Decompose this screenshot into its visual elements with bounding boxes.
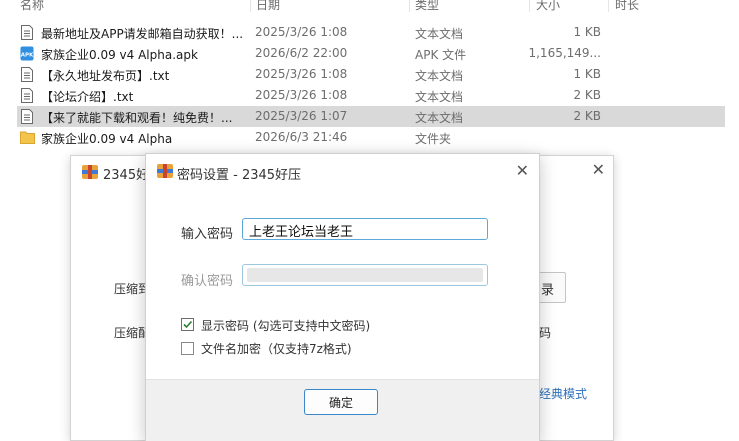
encrypt-filenames-checkbox[interactable] (181, 342, 194, 355)
file-type: 文本文档 (415, 111, 464, 125)
file-date: 2025/3/26 1:07 (255, 109, 348, 123)
show-password-checkbox[interactable] (181, 318, 194, 331)
file-row[interactable]: APK 家族企业0.09 v4 Alpha.apk 2026/6/2 22:00 AP… (17, 43, 725, 64)
file-type: 文本文档 (415, 27, 464, 41)
column-type[interactable]: 类型 (415, 0, 439, 13)
column-date[interactable]: 日期 (256, 0, 280, 13)
close-icon[interactable]: ✕ (592, 160, 605, 179)
app-logo-icon (81, 164, 99, 183)
file-row[interactable]: 【论坛介绍】.txt 2025/3/26 1:08 文本文档 2 KB (17, 85, 725, 106)
column-divider[interactable] (250, 0, 251, 12)
column-divider[interactable] (409, 0, 410, 12)
folder-icon (20, 130, 35, 145)
app-logo-icon (156, 163, 174, 182)
file-name: 【来了就能下载和观看！纯免费！... (41, 111, 233, 125)
compress-dialog-title: 2345好 (103, 168, 150, 183)
file-type: 文本文档 (415, 69, 464, 83)
password-dialog: 密码设置 - 2345好压 ✕ 输入密码 上老王论坛当老王 确认密码 显示密码 … (145, 153, 540, 441)
file-row[interactable]: 最新地址及APP请发邮箱自动获取！... 2025/3/26 1:08 文本文档 1 … (17, 22, 725, 43)
file-size: 2 KB (573, 88, 601, 102)
show-password-label[interactable]: 显示密码 (勾选可支持中文密码) (201, 317, 370, 334)
file-name: 【永久地址发布页】.txt (41, 69, 170, 83)
svg-text:APK: APK (21, 53, 34, 59)
file-type: APK 文件 (415, 48, 467, 62)
text-file-icon (20, 67, 34, 82)
file-type: 文本文档 (415, 90, 464, 104)
text-file-icon (20, 88, 34, 103)
column-duration[interactable]: 时长 (615, 0, 639, 13)
file-size: 1 KB (573, 67, 601, 81)
file-row[interactable]: 家族企业0.09 v4 Alpha 2026/6/3 21:46 文件夹 (17, 127, 725, 148)
column-divider[interactable] (608, 0, 609, 12)
encrypt-filenames-label[interactable]: 文件名加密（仅支持7z格式) (201, 340, 352, 357)
password-input[interactable]: 上老王论坛当老王 (242, 218, 488, 240)
file-date: 2025/3/26 1:08 (255, 88, 348, 102)
close-icon[interactable]: ✕ (516, 161, 529, 180)
column-size[interactable]: 大小 (536, 0, 560, 13)
ok-button[interactable]: 确定 (304, 389, 378, 415)
confirm-password-label: 确认密码 (181, 274, 234, 289)
password-dialog-title: 密码设置 - 2345好压 (177, 168, 302, 183)
apk-file-icon: APK (20, 46, 34, 61)
file-date: 2026/6/2 22:00 (255, 46, 348, 60)
password-fragment-label: 码 (539, 326, 552, 340)
text-file-icon (20, 25, 34, 40)
file-row[interactable]: 【来了就能下载和观看！纯免费！... 2025/3/26 1:07 文本文档 2 KB (17, 106, 725, 127)
password-input-value: 上老王论坛当老王 (249, 225, 354, 240)
file-name: 最新地址及APP请发邮箱自动获取！... (41, 27, 244, 41)
file-date: 2026/6/3 21:46 (255, 130, 348, 144)
text-file-icon (20, 109, 34, 124)
file-name: 家族企业0.09 v4 Alpha.apk (41, 48, 198, 62)
dialog-footer: 确定 (146, 379, 539, 441)
password-label: 输入密码 (181, 227, 234, 242)
column-divider[interactable] (529, 0, 530, 12)
file-type: 文件夹 (415, 132, 452, 146)
file-size: 1,165,149... (528, 46, 601, 60)
file-date: 2025/3/26 1:08 (255, 67, 348, 81)
checkmark-icon (183, 320, 193, 329)
confirm-password-input[interactable] (242, 264, 488, 286)
password-dialog-titlebar[interactable]: 密码设置 - 2345好压 ✕ (146, 154, 539, 188)
file-size: 1 KB (573, 25, 601, 39)
classic-mode-link[interactable]: 经典模式 (539, 385, 587, 402)
file-size: 2 KB (573, 109, 601, 123)
file-row[interactable]: 【永久地址发布页】.txt 2025/3/26 1:08 文本文档 1 KB (17, 64, 725, 85)
file-name: 【论坛介绍】.txt (41, 90, 134, 104)
column-header: 名称 日期 类型 大小 时长 (0, 0, 739, 12)
column-name[interactable]: 名称 (20, 0, 44, 13)
browse-button-label: 录 (541, 283, 555, 298)
file-name: 家族企业0.09 v4 Alpha (41, 132, 173, 146)
file-date: 2025/3/26 1:08 (255, 25, 348, 39)
